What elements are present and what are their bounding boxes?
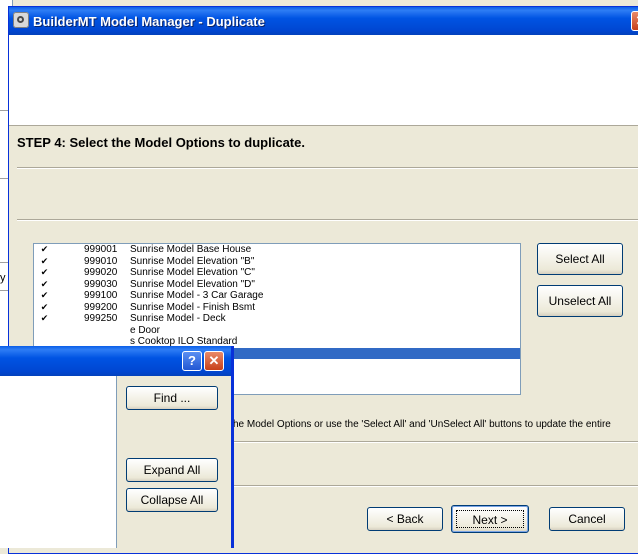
find-window: ? ✕ Find ... Expand All Collapse All bbox=[0, 346, 234, 548]
wizard-header bbox=[9, 35, 638, 126]
dialog-titlebar[interactable]: BuilderMT Model Manager - Duplicate ✕ bbox=[9, 7, 638, 35]
model-option-row[interactable]: ✔ 999020 Sunrise Model Elevation "C" bbox=[34, 267, 520, 279]
background-text-fragment: y bbox=[0, 272, 6, 284]
option-description: Sunrise Model Base House bbox=[130, 244, 252, 255]
find-window-titlebar[interactable]: ? ✕ bbox=[0, 346, 231, 376]
close-icon[interactable]: ✕ bbox=[204, 351, 224, 371]
option-code: 999200 bbox=[84, 301, 118, 313]
expand-all-button[interactable]: Expand All bbox=[126, 458, 218, 482]
collapse-all-button[interactable]: Collapse All bbox=[126, 488, 218, 512]
option-code: 999010 bbox=[84, 255, 118, 267]
help-icon[interactable]: ? bbox=[182, 351, 202, 371]
option-description: Sunrise Model Elevation "B" bbox=[130, 255, 255, 267]
option-description: Sunrise Model - Finish Bsmt bbox=[130, 301, 256, 313]
option-description: e Door bbox=[130, 324, 161, 336]
find-button[interactable]: Find ... bbox=[126, 386, 218, 410]
instructions-text: he Model Options or use the 'Select All'… bbox=[233, 419, 611, 430]
back-button[interactable]: < Back bbox=[367, 507, 443, 531]
separator bbox=[17, 167, 638, 169]
model-option-row[interactable]: e Door bbox=[34, 325, 520, 337]
option-code: 999250 bbox=[84, 313, 118, 324]
unselect-all-button[interactable]: Unselect All bbox=[537, 285, 623, 317]
option-code: 999100 bbox=[84, 290, 118, 301]
model-option-row[interactable]: ✔ 999001 Sunrise Model Base House bbox=[34, 244, 520, 256]
next-button-label: Next > bbox=[472, 513, 508, 527]
app-icon bbox=[13, 12, 29, 28]
next-button[interactable]: Next > bbox=[451, 505, 529, 533]
checkbox[interactable]: ✔ bbox=[40, 302, 49, 312]
option-description: Sunrise Model - 3 Car Garage bbox=[130, 290, 264, 301]
checkbox[interactable] bbox=[40, 337, 49, 346]
model-option-row[interactable]: ✔ 999100 Sunrise Model - 3 Car Garage bbox=[34, 290, 520, 302]
model-option-row[interactable]: ✔ 999200 Sunrise Model - Finish Bsmt bbox=[34, 302, 520, 314]
checkbox[interactable]: ✔ bbox=[40, 256, 49, 266]
checkbox[interactable]: ✔ bbox=[40, 268, 49, 277]
model-option-row[interactable]: ✔ 999030 Sunrise Model Elevation "D" bbox=[34, 279, 520, 291]
checkbox[interactable]: ✔ bbox=[40, 291, 49, 300]
model-option-row[interactable]: ✔ 999010 Sunrise Model Elevation "B" bbox=[34, 256, 520, 268]
checkbox[interactable] bbox=[40, 326, 49, 335]
find-tree-panel[interactable] bbox=[0, 376, 117, 548]
model-option-row[interactable]: ✔ 999250 Sunrise Model - Deck bbox=[34, 313, 520, 325]
option-description: Sunrise Model Elevation "C" bbox=[130, 267, 255, 278]
separator bbox=[17, 219, 638, 221]
option-description: Sunrise Model Elevation "D" bbox=[130, 278, 255, 290]
cancel-button[interactable]: Cancel bbox=[549, 507, 625, 531]
option-code: 999020 bbox=[84, 267, 118, 278]
checkbox[interactable]: ✔ bbox=[40, 279, 49, 289]
option-description: Sunrise Model - Deck bbox=[130, 313, 226, 324]
checkbox[interactable]: ✔ bbox=[40, 314, 49, 323]
step-label: STEP 4: Select the Model Options to dupl… bbox=[17, 135, 305, 150]
checkbox[interactable]: ✔ bbox=[40, 245, 49, 254]
dialog-title: BuilderMT Model Manager - Duplicate bbox=[33, 14, 265, 29]
select-all-button[interactable]: Select All bbox=[537, 243, 623, 275]
option-code: 999030 bbox=[84, 278, 118, 290]
option-code: 999001 bbox=[84, 244, 118, 255]
close-icon[interactable]: ✕ bbox=[631, 11, 638, 31]
